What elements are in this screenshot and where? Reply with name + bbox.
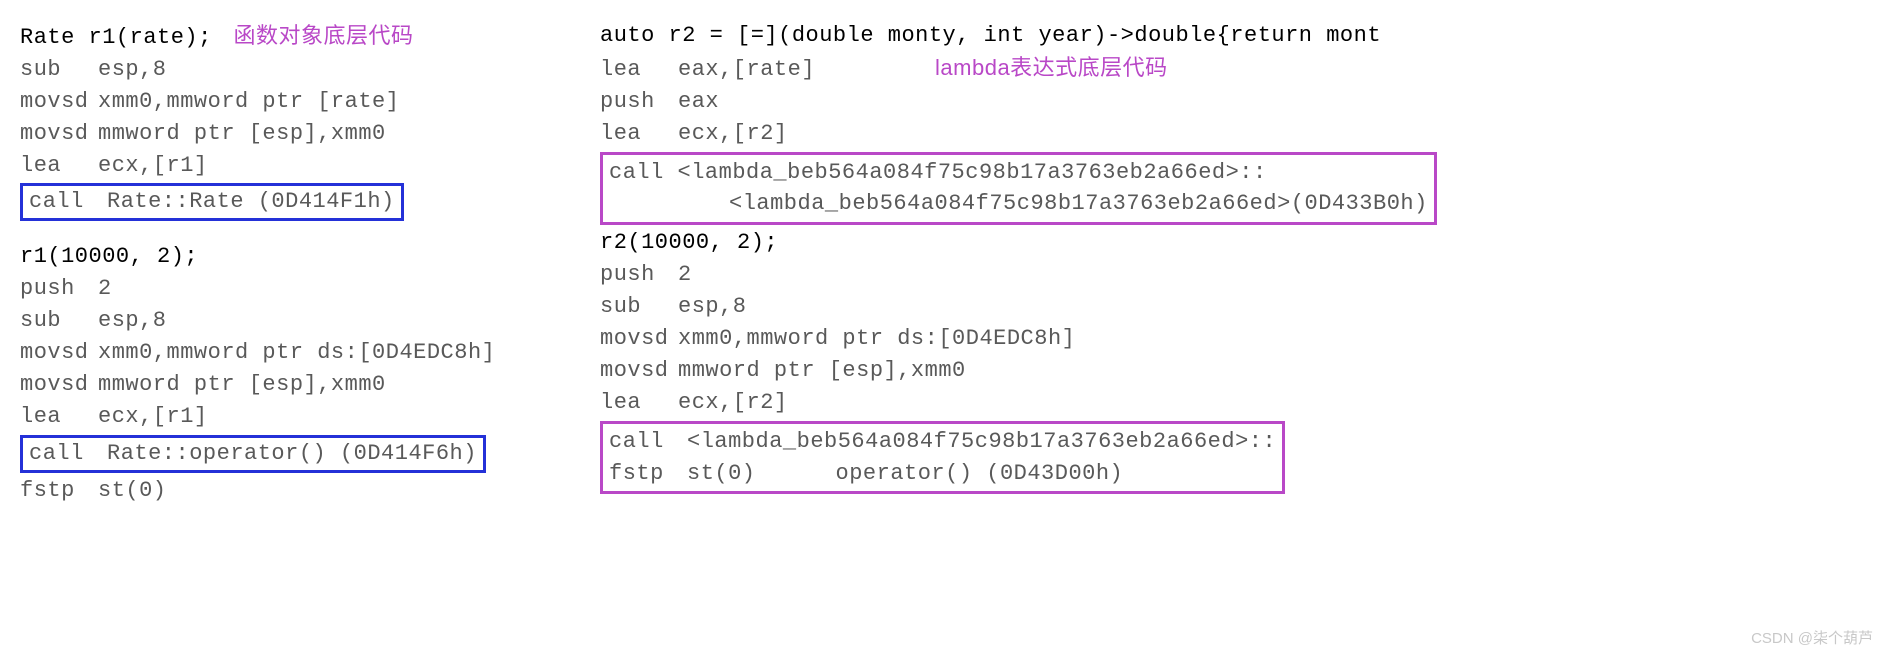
asm-row: pusheax <box>600 86 1880 118</box>
asm-row: movsdxmm0,mmword ptr ds:[0D4EDC8h] <box>600 323 1880 355</box>
asm-row: movsdmmword ptr [esp],xmm0 <box>20 369 560 401</box>
asm-args: ecx,[r1] <box>98 153 208 178</box>
asm-args: Rate::Rate (0D414F1h) <box>107 189 395 214</box>
asm-op: call <box>29 438 107 470</box>
asm-row: leaecx,[r2] <box>600 118 1880 150</box>
asm-args: mmword ptr [esp],xmm0 <box>98 372 386 397</box>
left-call2-box: callRate::operator() (0D414F6h) <box>20 435 486 473</box>
asm-row: leaecx,[r1] <box>20 150 560 182</box>
asm-args: ecx,[r1] <box>98 404 208 429</box>
right-column: auto r2 = [=](double monty, int year)->d… <box>600 20 1880 506</box>
asm-row: leaecx,[r2] <box>600 387 1880 419</box>
code-comparison: Rate r1(rate); 函数对象底层代码 subesp,8 movsdxm… <box>20 20 1873 506</box>
asm-row: leaeax,[rate] lambda表达式底层代码 <box>600 52 1880 86</box>
asm-call-row: callRate::operator() (0D414F6h) <box>29 438 477 470</box>
asm-args: esp,8 <box>678 294 747 319</box>
asm-row: fstpst(0) <box>20 475 560 507</box>
asm-row: leaecx,[r1] <box>20 401 560 433</box>
asm-args: <lambda_beb564a084f75c98b17a3763eb2a66ed… <box>687 429 1276 454</box>
right-call2-l2: fstpst(0) operator() (0D43D00h) <box>609 458 1276 490</box>
asm-op: sub <box>600 291 678 323</box>
right-call1-l2: <lambda_beb564a084f75c98b17a3763eb2a66ed… <box>729 188 1428 220</box>
asm-op: sub <box>20 54 98 86</box>
asm-op: fstp <box>20 475 98 507</box>
asm-row: movsdmmword ptr [esp],xmm0 <box>600 355 1880 387</box>
right-src2-row: r2(10000, 2); <box>600 227 1880 259</box>
asm-op: movsd <box>20 337 98 369</box>
watermark: CSDN @柒个葫芦 <box>1751 627 1873 648</box>
right-src1: auto r2 = [=](double monty, int year)->d… <box>600 20 1381 52</box>
asm-row: push2 <box>600 259 1880 291</box>
asm-args: ecx,[r2] <box>678 121 788 146</box>
asm-op: movsd <box>20 86 98 118</box>
asm-args: st(0) <box>98 478 167 503</box>
left-src1: Rate r1(rate); <box>20 22 212 54</box>
asm-args: eax <box>678 89 719 114</box>
asm-args: eax,[rate] <box>678 57 815 82</box>
asm-row: subesp,8 <box>20 305 560 337</box>
asm-op: push <box>20 273 98 305</box>
asm-args: mmword ptr [esp],xmm0 <box>98 121 386 146</box>
asm-op: lea <box>600 118 678 150</box>
left-src2: r1(10000, 2); <box>20 241 198 273</box>
asm-args: 2 <box>98 276 112 301</box>
asm-op: movsd <box>20 118 98 150</box>
left-column: Rate r1(rate); 函数对象底层代码 subesp,8 movsdxm… <box>20 20 560 506</box>
asm-op: lea <box>20 401 98 433</box>
asm-row: push2 <box>20 273 560 305</box>
right-src2: r2(10000, 2); <box>600 227 778 259</box>
asm-op: lea <box>600 54 678 86</box>
right-call1-l1: call <lambda_beb564a084f75c98b17a3763eb2… <box>609 157 1428 189</box>
asm-args: ecx,[r2] <box>678 390 788 415</box>
asm-op: push <box>600 259 678 291</box>
right-call1-box: call <lambda_beb564a084f75c98b17a3763eb2… <box>600 152 1437 226</box>
asm-args: esp,8 <box>98 57 167 82</box>
left-call1-box: callRate::Rate (0D414F1h) <box>20 183 404 221</box>
left-src1-row: Rate r1(rate); 函数对象底层代码 <box>20 20 560 54</box>
right-call2-box: call<lambda_beb564a084f75c98b17a3763eb2a… <box>600 421 1285 495</box>
right-comment: lambda表达式底层代码 <box>935 55 1168 80</box>
asm-row: subesp,8 <box>600 291 1880 323</box>
asm-args: st(0) <box>687 461 756 486</box>
asm-op: lea <box>600 387 678 419</box>
right-call2-tail: operator() (0D43D00h) <box>836 461 1124 486</box>
asm-op: lea <box>20 150 98 182</box>
asm-op: push <box>600 86 678 118</box>
left-src2-row: r1(10000, 2); <box>20 241 560 273</box>
asm-row: movsdxmm0,mmword ptr ds:[0D4EDC8h] <box>20 337 560 369</box>
asm-args: xmm0,mmword ptr ds:[0D4EDC8h] <box>678 326 1075 351</box>
asm-op: fstp <box>609 458 687 490</box>
asm-args: Rate::operator() (0D414F6h) <box>107 441 477 466</box>
left-comment: 函数对象底层代码 <box>234 23 414 48</box>
asm-args: 2 <box>678 262 692 287</box>
asm-op: call <box>609 426 687 458</box>
asm-args: esp,8 <box>98 308 167 333</box>
asm-op: movsd <box>20 369 98 401</box>
asm-op: call <box>29 186 107 218</box>
asm-row: subesp,8 <box>20 54 560 86</box>
right-src1-row: auto r2 = [=](double monty, int year)->d… <box>600 20 1880 52</box>
asm-args: mmword ptr [esp],xmm0 <box>678 358 966 383</box>
asm-op: movsd <box>600 323 678 355</box>
asm-op: sub <box>20 305 98 337</box>
asm-row: movsdxmm0,mmword ptr [rate] <box>20 86 560 118</box>
asm-args: xmm0,mmword ptr ds:[0D4EDC8h] <box>98 340 495 365</box>
right-call2-l1: call<lambda_beb564a084f75c98b17a3763eb2a… <box>609 426 1276 458</box>
asm-row: movsdmmword ptr [esp],xmm0 <box>20 118 560 150</box>
asm-call-row: callRate::Rate (0D414F1h) <box>29 186 395 218</box>
asm-args: xmm0,mmword ptr [rate] <box>98 89 399 114</box>
asm-op: movsd <box>600 355 678 387</box>
